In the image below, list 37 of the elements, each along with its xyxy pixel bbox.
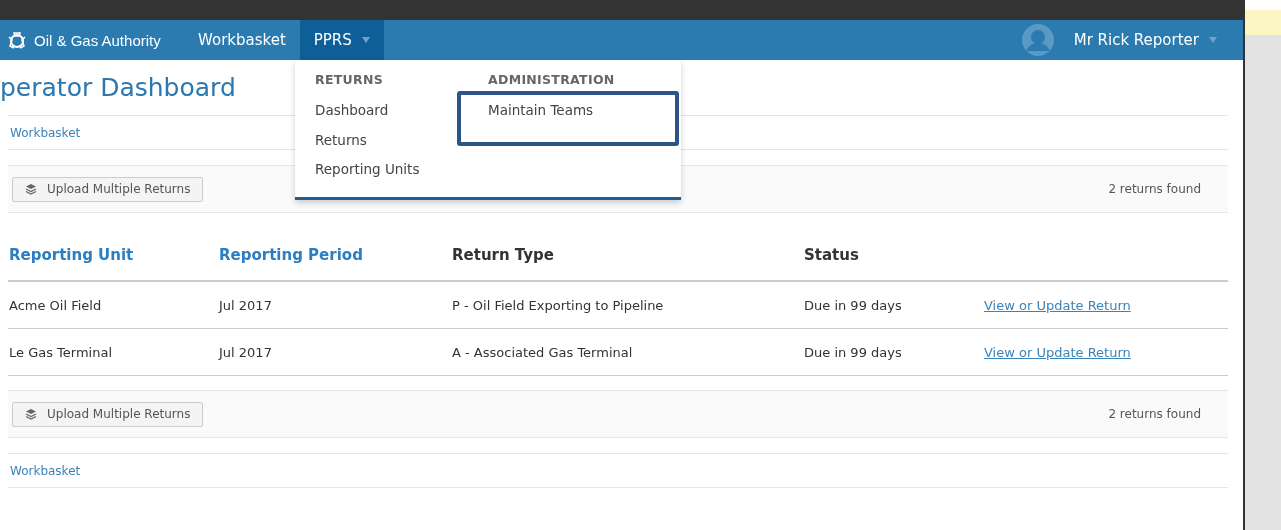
layers-icon xyxy=(25,408,37,420)
caret-icon xyxy=(1209,37,1217,43)
table-cell: Acme Oil Field xyxy=(9,297,102,313)
table-cell: P - Oil Field Exporting to Pipeline xyxy=(452,297,664,313)
result-count: 2 returns found xyxy=(1108,407,1201,421)
menu-item[interactable]: Maintain Teams xyxy=(488,102,594,118)
column-header[interactable]: Reporting Unit xyxy=(9,246,134,264)
table-cell: Jul 2017 xyxy=(219,297,272,313)
menu-heading: RETURNS xyxy=(315,72,385,88)
breadcrumb-link[interactable]: Workbasket xyxy=(10,125,81,140)
nav-tab[interactable]: PPRS xyxy=(299,20,384,60)
view-update-link[interactable]: View or Update Return xyxy=(984,297,1131,313)
table-cell: Due in 99 days xyxy=(804,344,902,360)
menu-heading: ADMINISTRATION xyxy=(488,72,616,88)
result-count: 2 returns found xyxy=(1108,182,1201,196)
menu-item[interactable]: Reporting Units xyxy=(315,161,420,177)
upload-button[interactable]: Upload Multiple Returns xyxy=(12,401,204,427)
view-update-link[interactable]: View or Update Return xyxy=(984,344,1131,360)
table-cell: Jul 2017 xyxy=(219,344,272,360)
brand-name[interactable]: Oil & Gas Authority xyxy=(34,31,161,49)
column-header[interactable]: Reporting Period xyxy=(219,246,363,264)
breadcrumb-link[interactable]: Workbasket xyxy=(10,463,81,478)
page-title: perator Dashboard xyxy=(0,72,236,104)
note-strip xyxy=(1245,10,1281,35)
upload-button[interactable]: Upload Multiple Returns xyxy=(12,176,204,202)
table-cell: A - Associated Gas Terminal xyxy=(452,344,633,360)
avatar-icon xyxy=(1021,24,1054,56)
table-cell: Due in 99 days xyxy=(804,297,902,313)
column-header: Return Type xyxy=(452,246,554,264)
column-header: Status xyxy=(804,246,859,264)
crest-icon xyxy=(6,29,28,51)
user-menu[interactable]: Mr Rick Reporter xyxy=(1073,31,1199,49)
layers-icon xyxy=(25,183,37,195)
nav-tab[interactable]: Workbasket xyxy=(184,20,300,60)
menu-item[interactable]: Returns xyxy=(315,131,367,148)
table-cell: Le Gas Terminal xyxy=(9,344,113,360)
menu-item[interactable]: Dashboard xyxy=(315,102,389,118)
